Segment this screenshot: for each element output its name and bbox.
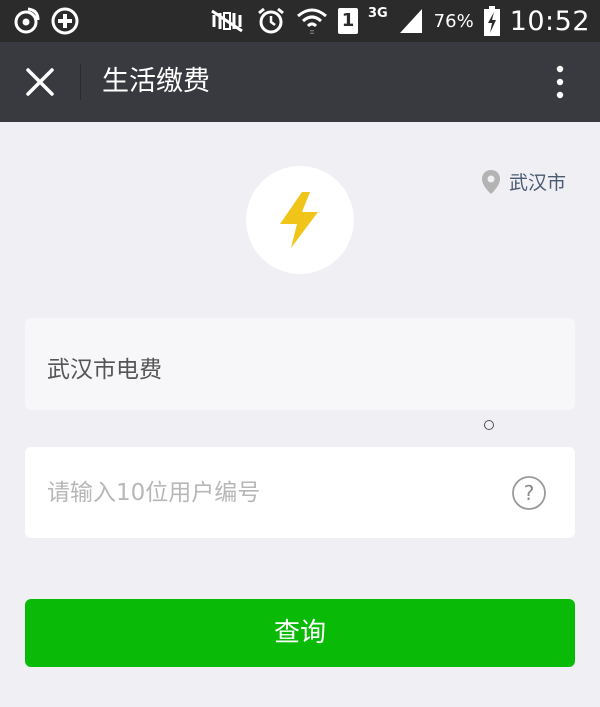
battery-percent: 76%	[433, 10, 474, 32]
page-title: 生活缴费	[102, 66, 210, 97]
decorative-dot	[484, 420, 494, 430]
svg-text:?: ?	[524, 481, 535, 505]
company-selector[interactable]: 武汉市电费	[25, 318, 575, 410]
mute-icon	[211, 9, 243, 33]
status-bar: 1 3G 76% 10:52	[0, 0, 600, 42]
account-number-input[interactable]	[47, 473, 507, 513]
add-circle-icon	[51, 7, 79, 35]
close-button[interactable]	[18, 62, 62, 102]
weibo-icon	[14, 7, 40, 34]
alarm-icon	[258, 7, 284, 34]
more-vertical-icon	[556, 65, 564, 99]
sim-slot-badge: 1	[337, 8, 358, 34]
title-divider	[80, 64, 81, 100]
title-bar: 生活缴费	[0, 42, 600, 122]
query-button[interactable]: 查询	[25, 599, 575, 667]
battery-icon	[483, 6, 500, 36]
signal-icon	[399, 9, 422, 33]
account-field: ?	[25, 447, 575, 538]
wifi-icon	[296, 8, 327, 34]
location-selector[interactable]: 武汉市	[481, 168, 566, 195]
company-name: 武汉市电费	[47, 357, 162, 383]
status-bar-notifications	[12, 6, 80, 36]
more-menu-button[interactable]	[550, 62, 570, 102]
location-city: 武汉市	[508, 172, 566, 194]
network-type: 3G	[367, 5, 388, 21]
status-bar-system: 1 3G 76% 10:52	[208, 4, 590, 38]
close-icon	[26, 68, 54, 96]
clock: 10:52	[509, 5, 590, 37]
help-icon[interactable]: ?	[511, 475, 547, 511]
location-pin-icon	[481, 169, 500, 194]
service-logo	[246, 166, 354, 274]
lightning-icon	[280, 192, 318, 248]
